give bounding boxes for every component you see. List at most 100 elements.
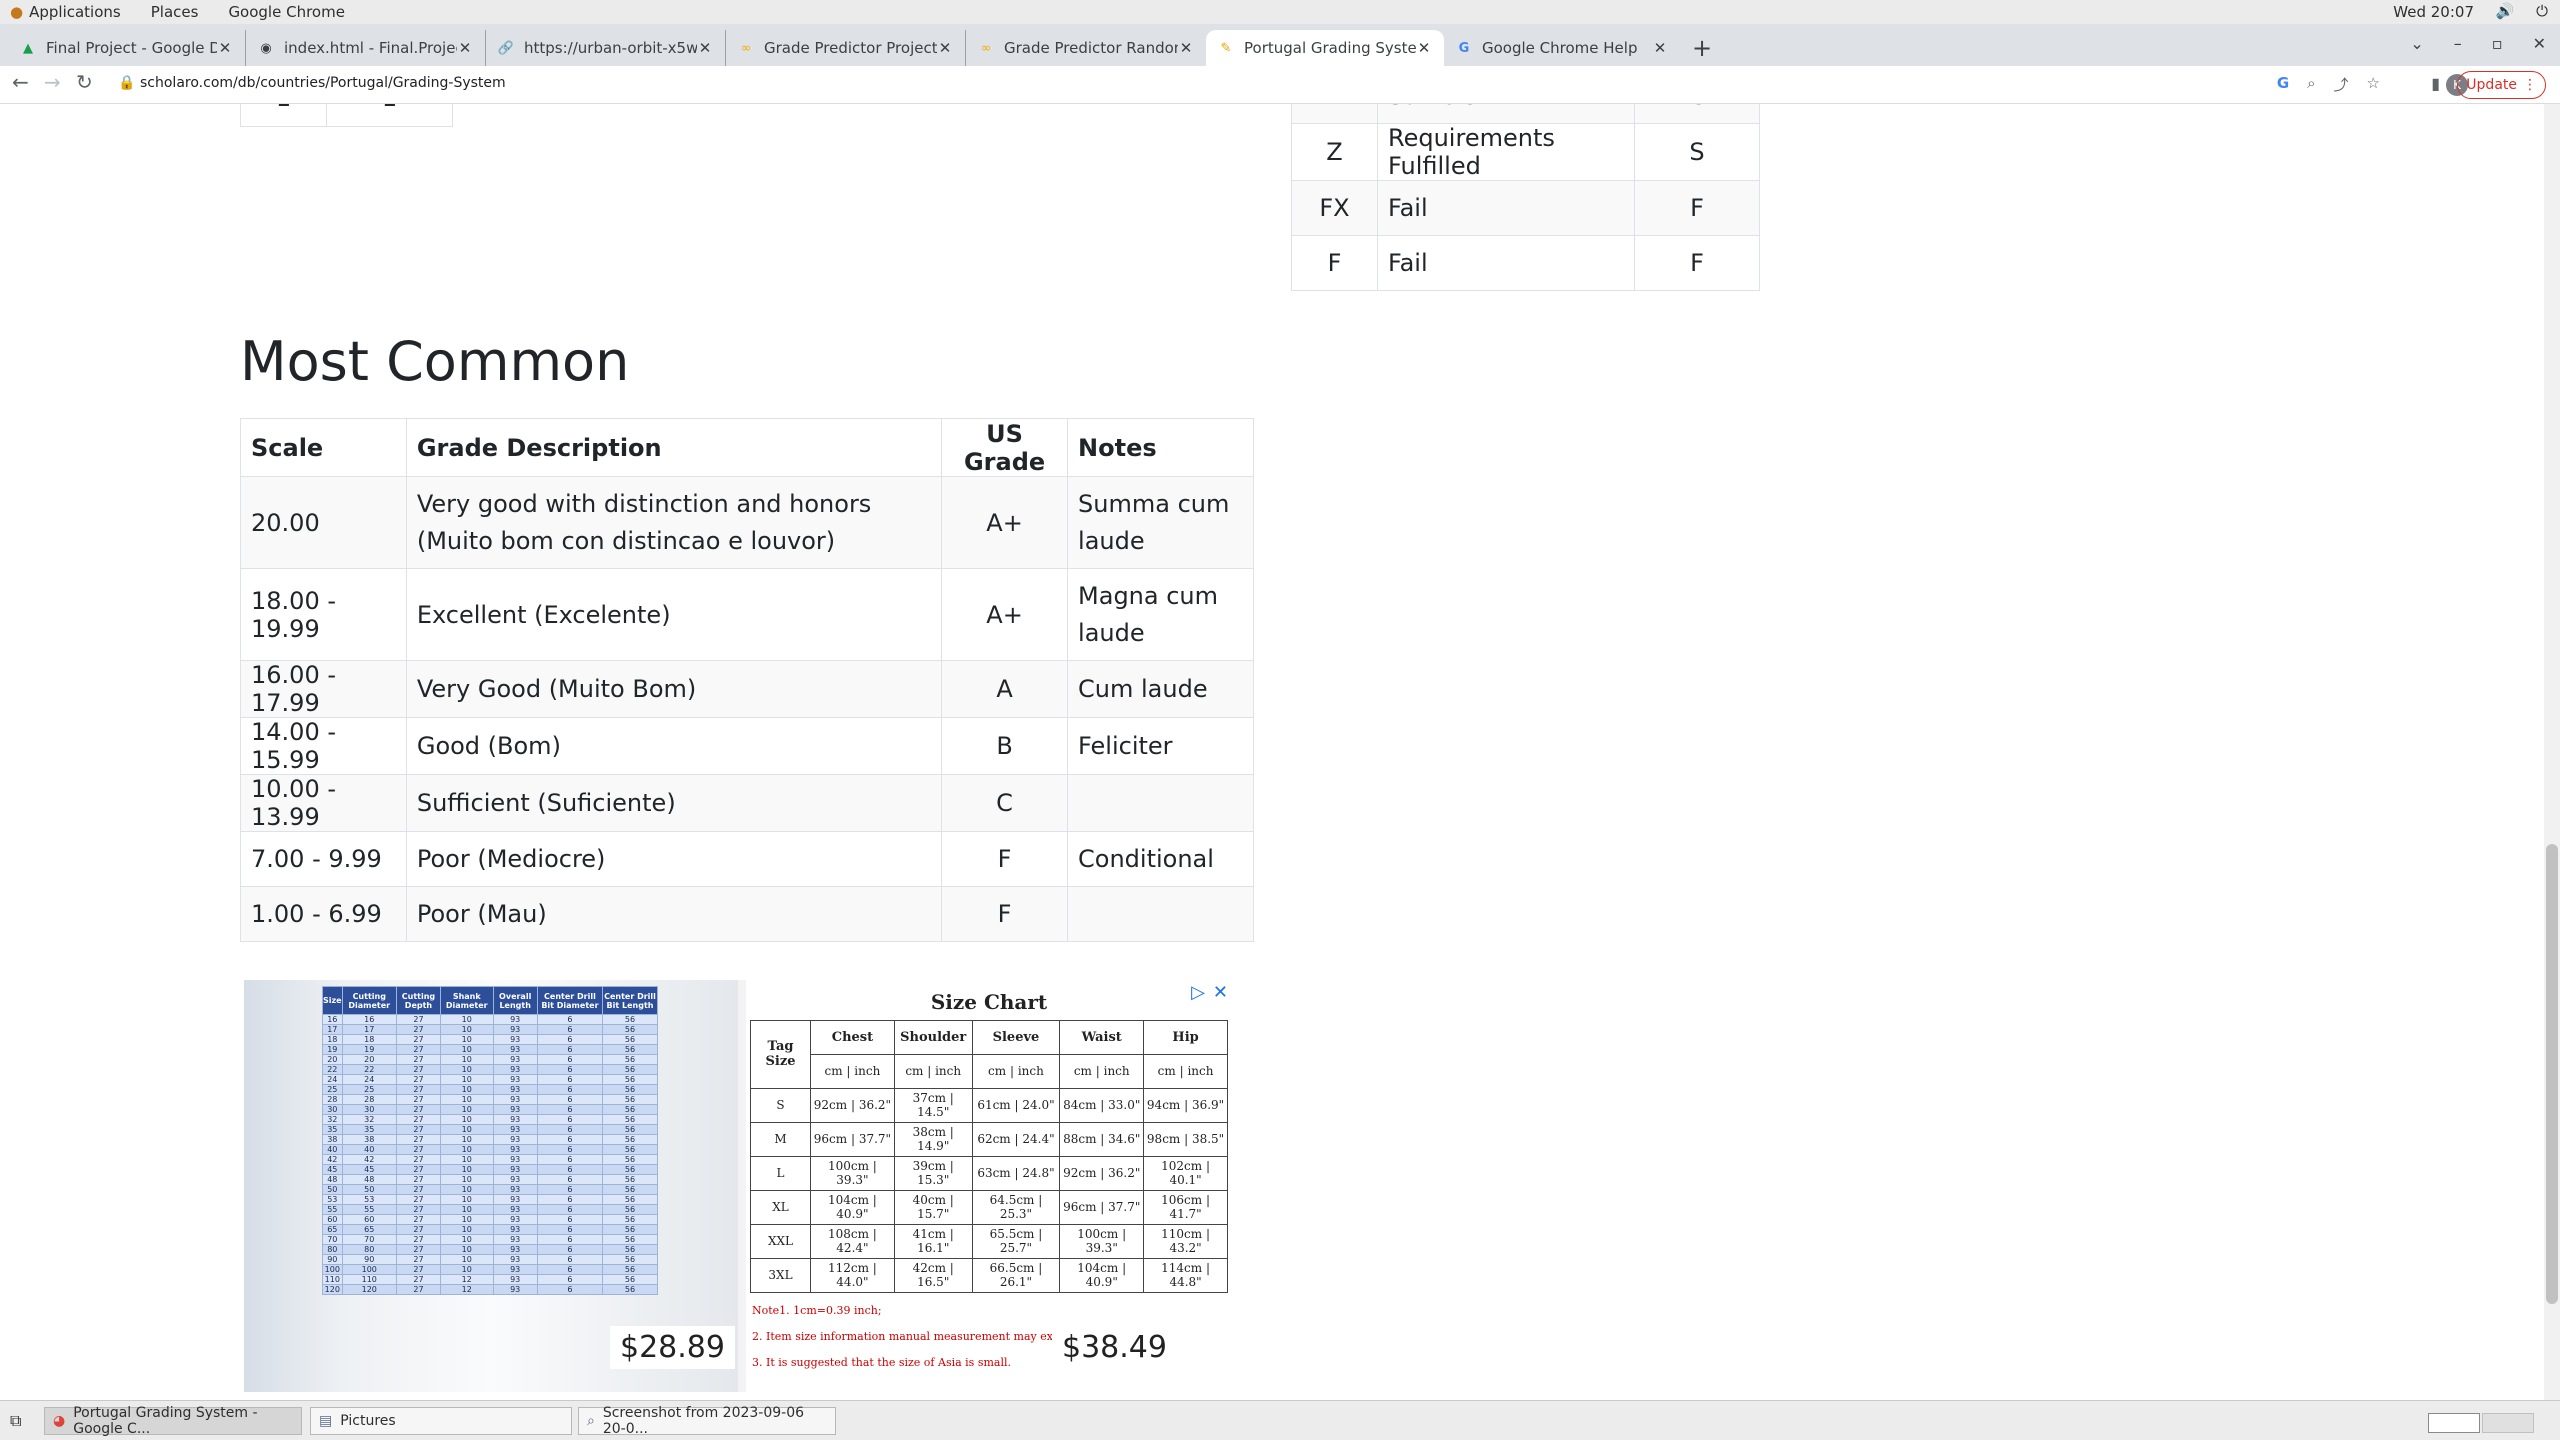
tab-grade-predictor-rf[interactable]: ∞ Grade Predictor Random F ✕ [966, 30, 1206, 66]
chrome-app-menu[interactable]: Google Chrome [228, 3, 345, 21]
table-cell: 22 [322, 1064, 343, 1075]
table-header-cell: Center Drill Bit Length [602, 986, 658, 1015]
close-window-icon[interactable]: ✕ [2533, 34, 2546, 53]
page-scrollbar[interactable] [2544, 104, 2560, 1400]
table-row: 48 48 27 10 93 6 56 [322, 1174, 658, 1185]
description-cell: Excellent (Excelente) [405, 568, 943, 661]
table-cell: 1 [326, 104, 453, 127]
notes-cell: Magna cum laude [1067, 568, 1254, 661]
ad-choices-icon[interactable]: ▷ [1191, 982, 1205, 1003]
table-cell: 56 [602, 1044, 658, 1055]
us-grade-cell: A [941, 660, 1069, 718]
github-icon: ◉ [260, 40, 272, 56]
us-grade-cell: A+ [941, 476, 1069, 569]
table-cell: 20 [322, 1054, 343, 1065]
new-tab-button[interactable]: + [1692, 34, 1712, 62]
ad-product-drill-bits[interactable]: Size Cutting Diameter Cutting Depth Shank D… [244, 980, 738, 1392]
back-icon[interactable]: ← [12, 70, 29, 94]
show-desktop-icon[interactable]: ⧉ [10, 1411, 21, 1431]
table-cell: 56 [602, 1144, 658, 1155]
lock-icon[interactable]: 🔒 [118, 75, 135, 91]
table-cell: 27 [395, 1284, 441, 1295]
table-cell: 65 [341, 1224, 397, 1235]
table-cell: 6 [536, 1024, 604, 1035]
taskbar-item-pictures[interactable]: ▤ Pictures [310, 1407, 572, 1435]
address-bar[interactable]: scholaro.com/db/countries/Portugal/Gradi… [140, 75, 506, 91]
applications-menu[interactable]: ● Applications [10, 3, 121, 21]
close-tab-icon[interactable]: ✕ [697, 39, 713, 57]
close-tab-icon[interactable]: ✕ [217, 39, 233, 57]
zoom-icon[interactable]: ⌕ [2307, 74, 2315, 95]
minimize-icon[interactable]: – [2454, 34, 2462, 53]
taskbar-item-chrome[interactable]: ◕ Portugal Grading System - Google C... [44, 1405, 302, 1437]
table-cell: 98cm | 38.5" [1143, 1121, 1228, 1157]
scale-cell: 1.00 - 6.99 [240, 886, 407, 942]
table-cell: 62cm | 24.4" [971, 1121, 1061, 1157]
description-cell: Sufficient (Suficiente) [405, 774, 943, 832]
table-row: M 96cm | 37.7" 38cm | 14.9" 62cm | 24.4" 88c… [750, 1121, 1228, 1157]
table-row: 100 100 27 10 93 6 56 [322, 1264, 658, 1275]
table-cell: 56 [602, 1024, 658, 1035]
close-tab-icon[interactable]: ✕ [1416, 39, 1432, 57]
table-cell: 96cm | 37.7" [1059, 1189, 1145, 1225]
taskbar-item-screenshot[interactable]: ⌕ Screenshot from 2023-09-06 20-0... [578, 1405, 836, 1437]
forward-icon[interactable]: → [44, 70, 61, 94]
update-button[interactable]: Update ⋮ [2457, 71, 2546, 99]
power-icon[interactable]: ⏻ [2536, 2, 2548, 20]
notes-cell: Summa cum laude [1067, 476, 1254, 569]
ad-product-size-chart[interactable]: Size Chart Tag Size Chest Shoulder Sleeve Wai… [746, 980, 1234, 1392]
table-cell: 93 [492, 1124, 538, 1135]
table-cell: 27 [395, 1214, 441, 1225]
table-row: 16 16 27 10 93 6 56 [322, 1014, 658, 1025]
bookmark-star-icon[interactable]: ☆ [2367, 74, 2380, 95]
table-cell: 27 [395, 1224, 441, 1235]
table-cell: 27 [395, 1274, 441, 1285]
table-cell: 90 [341, 1254, 397, 1265]
table-cell: 93 [492, 1154, 538, 1165]
table-cell: 93 [492, 1014, 538, 1025]
table-header-cell: Center Drill Bit Diameter [536, 986, 604, 1015]
table-cell: 40 [341, 1144, 397, 1155]
side-panel-icon[interactable]: ▮ [2431, 74, 2440, 93]
places-menu[interactable]: Places [151, 3, 199, 21]
tab-grade-predictor-knn[interactable]: ∞ Grade Predictor Project KN ✕ [726, 30, 966, 66]
close-tab-icon[interactable]: ✕ [457, 39, 473, 57]
tab-portugal-grading[interactable]: ✎ Portugal Grading System ✕ [1206, 30, 1444, 66]
tab-urban-orbit[interactable]: 🔗 https://urban-orbit-x5wvq ✕ [486, 30, 726, 66]
workspace-2[interactable] [2482, 1413, 2534, 1433]
volume-icon[interactable]: 🔊 [2495, 2, 2514, 20]
reload-icon[interactable]: ↻ [76, 70, 93, 94]
table-cell: 56 [602, 1014, 658, 1025]
clock[interactable]: Wed 20:07 [2393, 3, 2474, 21]
scrollbar-thumb[interactable] [2546, 844, 2558, 1304]
tab-search-icon[interactable]: ⌄ [2410, 34, 2423, 53]
table-header-row: Size Cutting Diameter Cutting Depth Shank D… [322, 986, 658, 1015]
table-row: 30 30 27 10 93 6 56 [322, 1104, 658, 1115]
tab-google-drive[interactable]: ▲ Final Project - Google Driv ✕ [8, 30, 246, 66]
close-tab-icon[interactable]: ✕ [1652, 39, 1668, 57]
table-cell: 56 [602, 1204, 658, 1215]
table-cell: 39cm | 15.3" [893, 1155, 973, 1191]
google-lens-icon[interactable]: G [2277, 74, 2289, 95]
table-cell: 64.5cm | 25.3" [971, 1189, 1061, 1225]
table-cell: 100 [341, 1264, 397, 1275]
tab-chrome-help[interactable]: G Google Chrome Help ✕ [1444, 30, 1680, 66]
table-cell: 90 [322, 1254, 343, 1265]
column-header-notes: Notes [1067, 418, 1254, 477]
table-cell: 6 [536, 1114, 604, 1125]
table-header-cell: cm | inch [893, 1053, 973, 1089]
advertisement[interactable]: Size Cutting Diameter Cutting Depth Shank D… [244, 980, 1234, 1392]
close-tab-icon[interactable]: ✕ [1178, 39, 1194, 57]
close-tab-icon[interactable]: ✕ [937, 39, 953, 57]
tab-github-index[interactable]: ◉ index.html - Final.Project.K ✕ [246, 30, 486, 66]
workspace-1[interactable] [2428, 1413, 2480, 1433]
share-icon[interactable]: ⤴ [2334, 74, 2349, 95]
column-header-us-grade: US Grade [941, 418, 1069, 477]
update-label: Update [2466, 77, 2517, 93]
table-cell: 10 [439, 1234, 494, 1245]
table-cell: 110 [341, 1274, 397, 1285]
table-row: 24 24 27 10 93 6 56 [322, 1074, 658, 1085]
scale-cell: 7.00 - 9.99 [240, 831, 407, 887]
ad-close-icon[interactable]: ✕ [1213, 982, 1228, 1003]
maximize-icon[interactable]: ▫ [2492, 34, 2503, 53]
